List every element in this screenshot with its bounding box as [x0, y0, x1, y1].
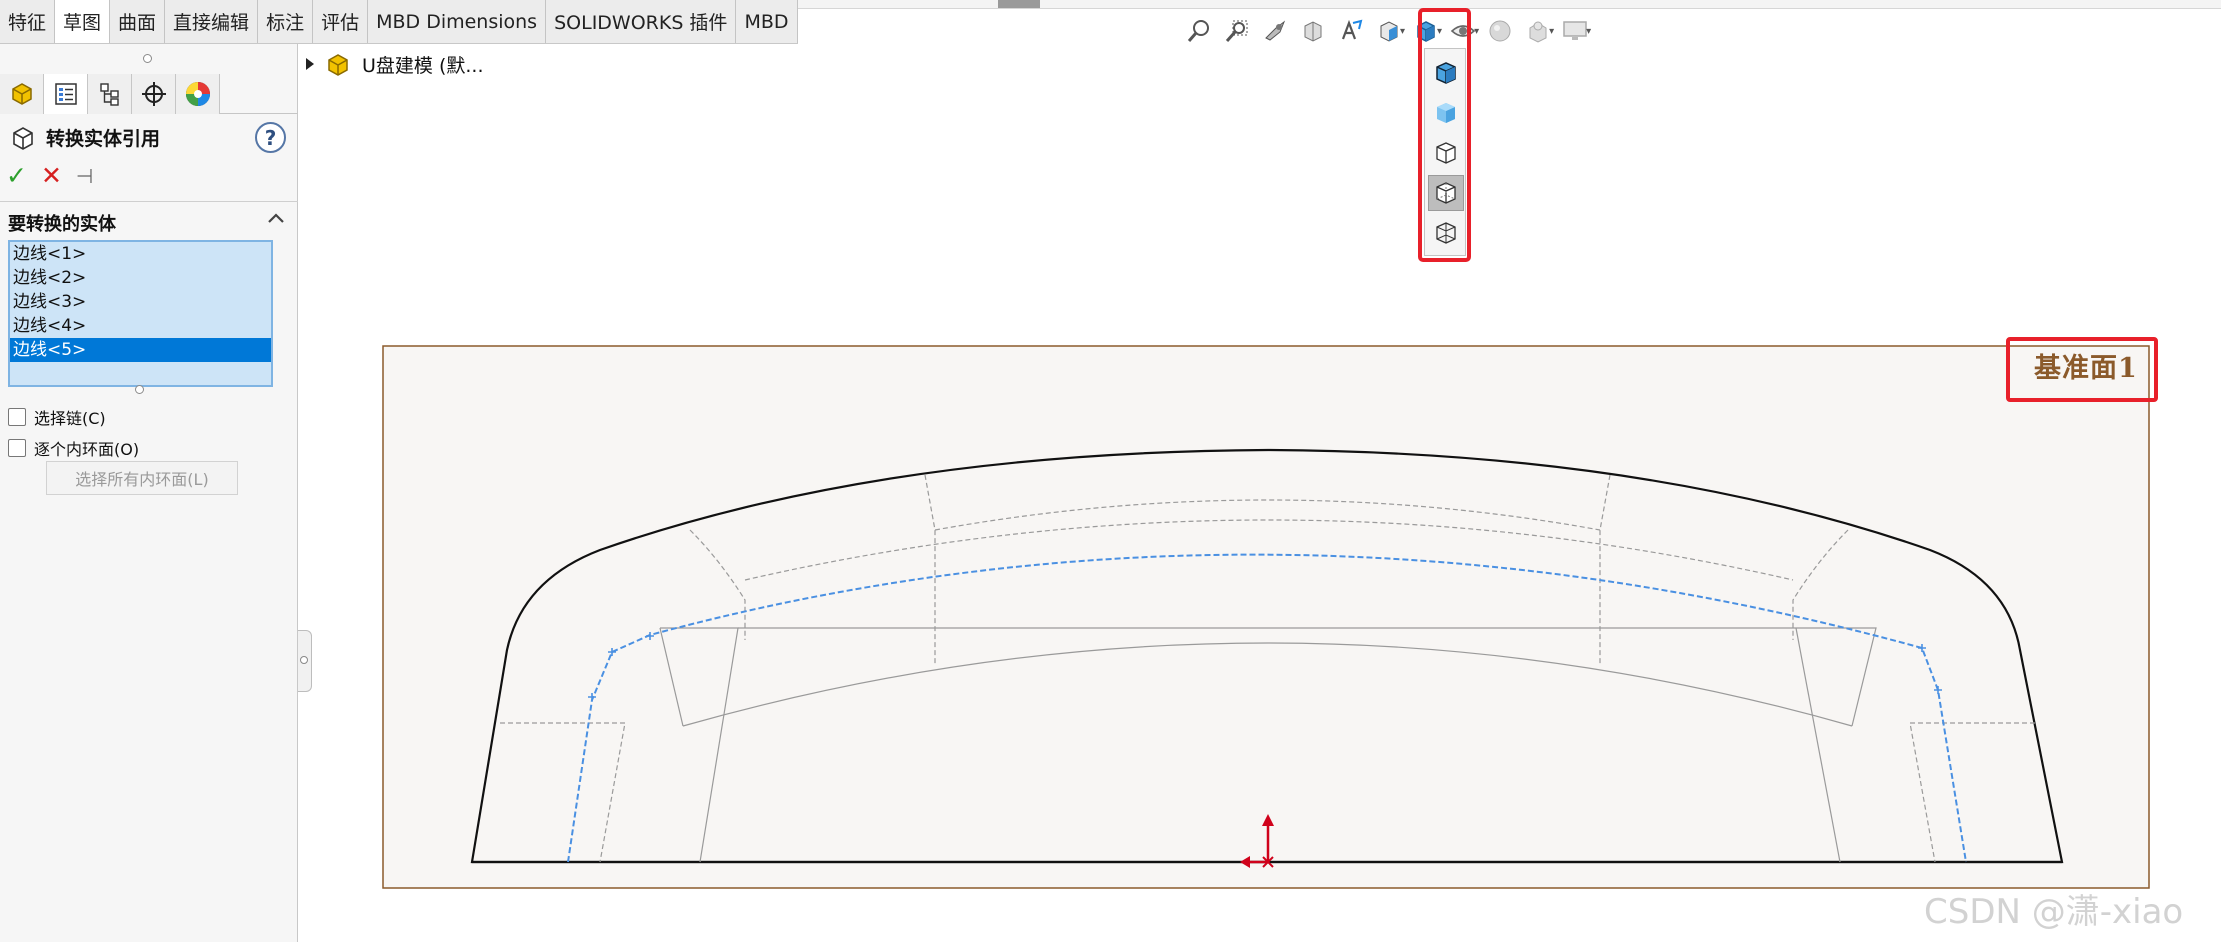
converted-edges[interactable]	[567, 553, 1967, 863]
chevron-down-icon[interactable]: ▾	[1586, 26, 1591, 37]
tab-evaluate[interactable]: 评估	[313, 0, 369, 43]
pm-actions: ✓ ✕ ⊣	[6, 162, 93, 190]
scroll-thumb[interactable]	[998, 0, 1040, 8]
dimxpert-icon[interactable]	[132, 74, 176, 114]
splitter-grip	[300, 656, 308, 664]
feature-manager-icon[interactable]	[0, 74, 44, 114]
edit-appearance-icon[interactable]	[1481, 14, 1519, 48]
dynamic-annotation-icon[interactable]	[1332, 14, 1370, 48]
help-button[interactable]: ?	[255, 122, 286, 153]
each-inner-loop-label: 逐个内环面(O)	[34, 440, 140, 459]
part-outer-edge[interactable]	[470, 448, 2064, 864]
tab-mbd[interactable]: MBD	[736, 0, 798, 43]
property-manager-title: 转换实体引用	[10, 124, 160, 151]
sketch-origin-icon	[1240, 814, 1274, 868]
property-manager-icon[interactable]	[44, 74, 88, 114]
panel-splitter[interactable]	[298, 630, 312, 692]
select-chain-option: 选择链(C)	[8, 405, 106, 429]
list-item[interactable]: 边线<1>	[10, 242, 271, 266]
convert-entities-icon	[13, 126, 33, 150]
watermark: CSDN @潇-xiao	[1924, 892, 2184, 932]
zoom-to-area-icon[interactable]	[1218, 14, 1256, 48]
manager-tabs	[0, 74, 298, 114]
tab-direct-editing[interactable]: 直接编辑	[165, 0, 259, 43]
listbox-resize-grip[interactable]	[135, 385, 144, 394]
visible-inner-edges	[659, 627, 1877, 863]
select-chain-label: 选择链(C)	[34, 409, 106, 428]
list-item[interactable]: 边线<4>	[10, 314, 271, 338]
divider	[0, 201, 298, 202]
section-view-icon[interactable]	[1294, 14, 1332, 48]
plane-label-highlight	[2006, 337, 2158, 402]
list-item[interactable]: 边线<3>	[10, 290, 271, 314]
command-manager-tabs: 特征 草图 曲面 直接编辑 标注 评估 MBD Dimensions SOLID…	[0, 0, 798, 44]
entities-listbox[interactable]: 边线<1> 边线<2> 边线<3> 边线<4> 边线<5>	[8, 240, 273, 387]
tab-mbd-dimensions[interactable]: MBD Dimensions	[368, 0, 547, 43]
tab-sketch[interactable]: 草图	[55, 0, 111, 43]
graphics-area[interactable]	[0, 0, 2221, 942]
select-chain-checkbox[interactable]	[8, 408, 26, 426]
tab-solidworks-addins[interactable]: SOLIDWORKS 插件	[546, 0, 737, 43]
ok-button[interactable]: ✓	[6, 162, 27, 190]
title-text: 转换实体引用	[46, 128, 161, 150]
cancel-button[interactable]: ✕	[41, 162, 62, 190]
chevron-down-icon[interactable]: ▾	[1549, 26, 1554, 37]
sketch-plane-1[interactable]	[382, 345, 2150, 889]
configuration-manager-icon[interactable]	[88, 74, 132, 114]
part-icon	[328, 54, 348, 76]
select-all-inner-loops-button[interactable]: 选择所有内环面(L)	[46, 461, 238, 495]
property-manager-panel: 转换实体引用 ? ✓ ✕ ⊣ 要转换的实体 边线<1> 边线<2> 边线<3> …	[0, 44, 298, 942]
display-manager-icon[interactable]	[176, 74, 220, 114]
list-item[interactable]: 边线<2>	[10, 266, 271, 290]
tab-features[interactable]: 特征	[0, 0, 56, 43]
panel-grip[interactable]	[143, 54, 152, 63]
flyout-feature-tree: U盘建模 (默...	[306, 50, 483, 78]
tab-markup[interactable]: 标注	[258, 0, 314, 43]
each-inner-loop-checkbox[interactable]	[8, 439, 26, 457]
part-name[interactable]: U盘建模 (默...	[362, 51, 483, 78]
pin-button[interactable]: ⊣	[76, 162, 93, 190]
list-item-selected[interactable]: 边线<5>	[10, 338, 271, 362]
group-title: 要转换的实体	[8, 214, 116, 235]
sketch-points	[588, 632, 1942, 701]
chevron-up-icon[interactable]	[265, 207, 287, 229]
chevron-down-icon[interactable]: ▾	[1474, 26, 1479, 37]
tab-surfaces[interactable]: 曲面	[110, 0, 166, 43]
zoom-to-fit-icon[interactable]	[1180, 14, 1218, 48]
display-style-highlight	[1418, 8, 1471, 262]
previous-view-icon[interactable]	[1256, 14, 1294, 48]
expand-arrow-icon[interactable]	[306, 58, 314, 70]
heads-up-view-toolbar: ▾ ▾ ▾ ▾ ▾	[1180, 14, 1593, 48]
each-inner-loop-option: 逐个内环面(O)	[8, 436, 139, 460]
chevron-down-icon[interactable]: ▾	[1400, 26, 1405, 37]
hidden-edges	[500, 474, 2035, 863]
title-strip	[760, 0, 2221, 9]
